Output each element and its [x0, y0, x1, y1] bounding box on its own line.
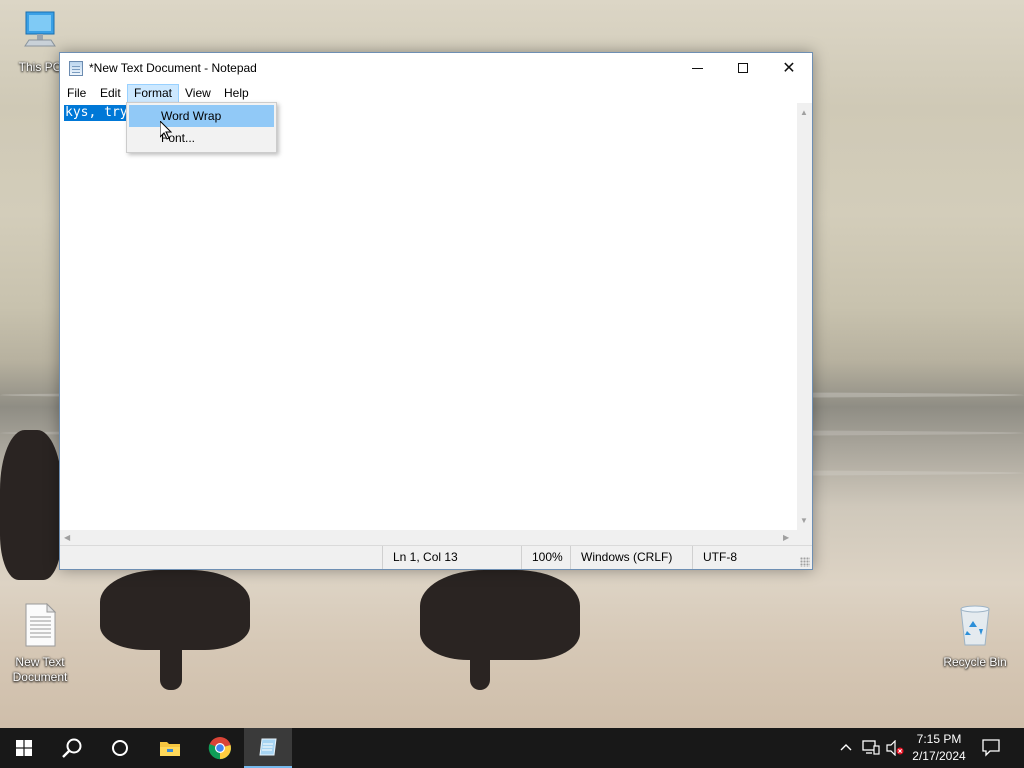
volume-muted-icon[interactable]	[886, 740, 904, 756]
menu-item-word-wrap[interactable]: Word Wrap	[129, 105, 274, 127]
resize-grip-icon[interactable]	[800, 557, 810, 567]
horizontal-scrollbar[interactable]: ◀ ▶	[60, 530, 797, 545]
desktop-icon-label: New Text Document	[12, 655, 68, 684]
maximize-button[interactable]	[720, 53, 766, 83]
maximize-icon	[738, 63, 748, 73]
chevron-up-icon[interactable]	[840, 742, 852, 752]
text-editor[interactable]: kys, try	[60, 103, 797, 530]
vertical-scrollbar[interactable]: ▲ ▼	[797, 103, 812, 530]
menu-edit[interactable]: Edit	[94, 84, 127, 103]
cortana-circle-icon	[112, 740, 128, 756]
status-zoom: 100%	[521, 546, 571, 569]
status-encoding: UTF-8	[692, 546, 812, 569]
wallpaper-horse-leg	[160, 620, 182, 690]
scroll-right-arrow-icon[interactable]: ▶	[783, 533, 789, 543]
notification-icon[interactable]	[982, 739, 1000, 757]
menu-bar: File Edit Format View Help	[60, 83, 812, 103]
desktop-icon-new-text-document[interactable]: New Text Document	[1, 602, 79, 685]
wallpaper-horse-leg	[470, 640, 490, 690]
mouse-cursor-icon	[160, 121, 172, 140]
format-dropdown-menu: Word Wrap Font...	[126, 102, 277, 153]
file-explorer-button[interactable]	[146, 728, 194, 768]
notepad-taskbar-button[interactable]	[244, 728, 292, 768]
menu-item-font[interactable]: Font...	[129, 127, 274, 149]
menu-file[interactable]: File	[61, 84, 92, 103]
scroll-left-arrow-icon[interactable]: ◀	[64, 533, 70, 543]
status-cursor-position: Ln 1, Col 13	[382, 546, 522, 569]
notepad-icon	[259, 738, 277, 756]
status-bar: Ln 1, Col 13 100% Windows (CRLF) UTF-8	[60, 545, 812, 569]
desktop-icon-label: Recycle Bin	[943, 655, 1007, 669]
window-title: *New Text Document - Notepad	[89, 61, 257, 75]
menu-view[interactable]: View	[179, 84, 217, 103]
minimize-icon	[691, 67, 703, 69]
status-line-endings: Windows (CRLF)	[570, 546, 693, 569]
start-button[interactable]	[0, 728, 48, 768]
close-icon: ✕	[782, 60, 796, 77]
cortana-button[interactable]	[96, 728, 144, 768]
notepad-icon	[69, 61, 83, 76]
selected-text[interactable]: kys, try	[64, 105, 129, 121]
close-button[interactable]: ✕	[766, 53, 812, 83]
recycle-bin-icon	[936, 603, 1014, 651]
menu-format[interactable]: Format	[127, 84, 180, 103]
taskbar: 7:15 PM 2/17/2024	[0, 728, 1024, 768]
search-icon	[62, 738, 82, 758]
clock-time[interactable]: 7:15 PM	[906, 731, 972, 747]
clock-date[interactable]: 2/17/2024	[906, 748, 972, 764]
desktop-icon-recycle-bin[interactable]: Recycle Bin	[936, 603, 1014, 670]
scrollbar-corner	[797, 530, 812, 545]
minimize-button[interactable]	[674, 53, 720, 83]
network-icon[interactable]	[862, 740, 880, 756]
wallpaper-horse	[0, 430, 62, 580]
windows-logo-icon	[16, 740, 32, 756]
search-button[interactable]	[48, 728, 96, 768]
menu-help[interactable]: Help	[218, 84, 255, 103]
chrome-button[interactable]	[196, 728, 244, 768]
scroll-up-arrow-icon[interactable]: ▲	[800, 108, 808, 118]
computer-icon	[1, 10, 79, 56]
text-document-icon	[1, 602, 79, 651]
folder-icon	[160, 742, 180, 756]
wallpaper-horse	[420, 570, 580, 660]
title-bar[interactable]: *New Text Document - Notepad ✕	[60, 53, 812, 83]
scroll-down-arrow-icon[interactable]: ▼	[800, 516, 808, 526]
chrome-icon	[208, 737, 231, 760]
